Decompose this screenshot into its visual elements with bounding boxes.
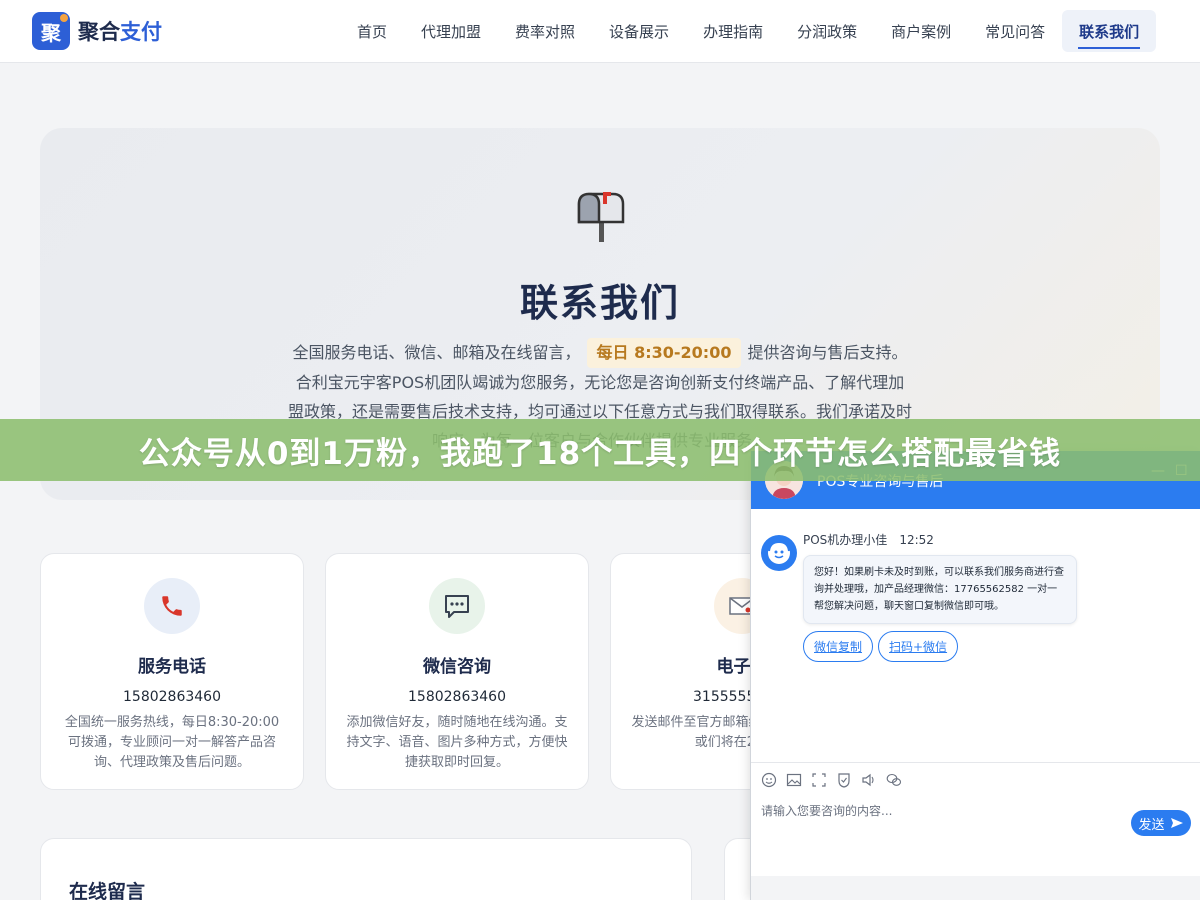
voice-icon[interactable] [861, 772, 877, 788]
nav-item-contact[interactable]: 联系我们 [1062, 10, 1157, 52]
message-time: 12:52 [899, 533, 934, 547]
logo-dot [60, 14, 68, 22]
card-title: 微信咨询 [423, 657, 491, 677]
screenshot-icon[interactable] [811, 772, 827, 788]
logo-text-accent: 支付 [120, 20, 162, 44]
nav-item-guide[interactable]: 办理指南 [686, 10, 780, 52]
wechat-share-icon[interactable] [886, 772, 902, 788]
card-title: 服务电话 [138, 657, 206, 677]
phone-icon [144, 578, 200, 634]
card-desc: 添加微信好友，随时随地在线沟通。支持文字、语音、图片多种方式，方便快捷获取即时回… [346, 715, 568, 770]
card-wechat: 微信咨询 15802863460 添加微信好友，随时随地在线沟通。支持文字、语音… [325, 553, 589, 790]
send-button[interactable]: 发送 [1131, 810, 1191, 836]
mailbox-icon [577, 192, 625, 242]
chat-messages: POS机办理小佳 12:52 您好！如果刷卡未及时到账，可以联系我们服务商进行查询… [751, 509, 1200, 762]
message-form-card: 在线留言 [40, 838, 692, 900]
overlay-banner: 公众号从0到1万粉，我跑了18个工具，四个环节怎么搭配最省钱 [0, 419, 1200, 481]
send-arrow-icon [1170, 818, 1183, 828]
nav-item-rates[interactable]: 费率对照 [498, 10, 592, 52]
chat-input-placeholder[interactable]: 请输入您要咨询的内容... [761, 802, 892, 819]
nav-item-cases[interactable]: 商户案例 [874, 10, 968, 52]
image-icon[interactable] [786, 772, 802, 788]
logo-badge-icon: 聚 [32, 12, 70, 50]
page-title: 联系我们 [519, 281, 680, 325]
hours-badge: 每日 8:30-20:00 [586, 338, 742, 368]
card-phone: 服务电话 15802863460 全国统一服务热线，每日8:30-20:00可拨… [40, 553, 304, 790]
agent-avatar-icon [761, 535, 797, 571]
copy-wechat-button[interactable]: 微信复制 [803, 631, 874, 662]
nav-item-devices[interactable]: 设备展示 [592, 10, 686, 52]
agent-meta: POS机办理小佳 12:52 [803, 531, 934, 548]
chat-toolbar [751, 762, 1200, 796]
card-desc: 全国统一服务热线，每日8:30-20:00可拨通，专业顾问一对一解答产品咨询、代… [64, 715, 280, 770]
logo-text: 聚合支付 [78, 16, 162, 46]
scan-wechat-button[interactable]: 扫码+微信 [878, 631, 959, 662]
rating-icon[interactable] [836, 772, 852, 788]
logo-text-main: 聚合 [78, 20, 120, 44]
card-value[interactable]: 15802863460 [326, 689, 588, 705]
agent-name: POS机办理小佳 [803, 533, 888, 547]
card-value[interactable]: 15802863460 [41, 689, 303, 705]
message-bubble: 您好！如果刷卡未及时到账，可以联系我们服务商进行查询并处理哦，加产品经理微信：1… [803, 555, 1077, 624]
nav-item-home[interactable]: 首页 [340, 10, 404, 52]
logo-badge-text: 聚 [41, 20, 61, 45]
top-header: 聚 聚合支付 首页 代理加盟 费率对照 设备展示 办理指南 分润政策 商户案例 … [0, 0, 1200, 63]
wechat-icon [429, 578, 485, 634]
send-label: 发送 [1138, 817, 1165, 833]
form-title: 在线留言 [69, 881, 146, 900]
emoji-icon[interactable] [761, 772, 777, 788]
main-nav: 首页 代理加盟 费率对照 设备展示 办理指南 分润政策 商户案例 常见问答 联系… [340, 10, 1157, 52]
chat-widget: POS专业咨询与售后 — ☐ POS机办理小佳12:52 您好！如果刷卡未及时到… [750, 451, 1200, 900]
nav-item-agent[interactable]: 代理加盟 [404, 10, 498, 52]
hero-desc-part1: 全国服务电话、微信、邮箱及在线留言， [292, 343, 581, 362]
nav-item-profit[interactable]: 分润政策 [780, 10, 874, 52]
chat-input-area[interactable]: 请输入您要咨询的内容... 发送 [751, 796, 1200, 876]
nav-item-faq[interactable]: 常见问答 [968, 10, 1062, 52]
banner-text: 公众号从0到1万粉，我跑了18个工具，四个环节怎么搭配最省钱 [138, 435, 1062, 472]
chat-footer [751, 876, 1200, 900]
site-logo[interactable]: 聚 聚合支付 [32, 12, 162, 50]
